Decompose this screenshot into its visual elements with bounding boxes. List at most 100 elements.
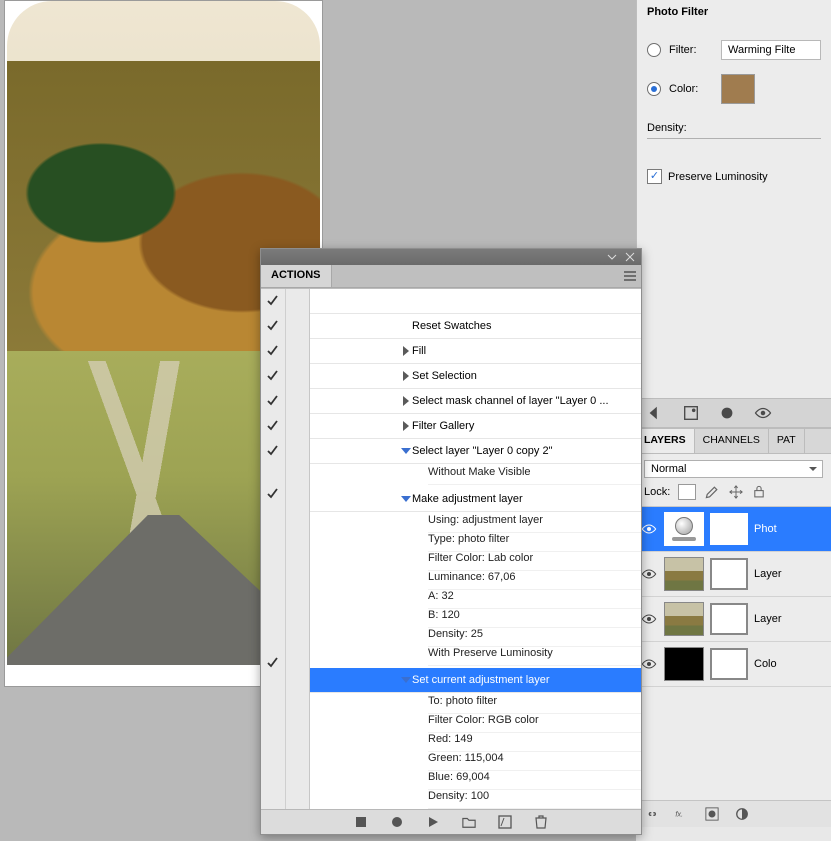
action-step[interactable]: Reset Swatches	[310, 314, 641, 339]
actions-titlebar[interactable]	[261, 249, 641, 265]
color-radio[interactable]	[647, 82, 661, 96]
photo-filter-title: Photo Filter	[647, 6, 821, 18]
layers-footer: fx.	[636, 800, 831, 827]
action-step-label	[412, 297, 641, 305]
clip-icon[interactable]	[718, 404, 736, 422]
layer-row[interactable]: Phot	[636, 507, 831, 552]
disclosure-open-icon[interactable]	[400, 496, 412, 502]
new-set-icon[interactable]	[462, 815, 476, 829]
lock-all-icon[interactable]	[752, 485, 766, 499]
back-arrow-icon[interactable]	[646, 404, 664, 422]
record-icon[interactable]	[390, 815, 404, 829]
lock-move-icon[interactable]	[728, 484, 744, 500]
actions-footer	[261, 809, 641, 834]
layer-row[interactable]: Colo	[636, 642, 831, 687]
actions-steps-list[interactable]: Reset Swatches Fill Set Selection Select ma…	[310, 289, 641, 809]
close-icon[interactable]	[625, 252, 635, 262]
tab-paths[interactable]: PAT	[769, 429, 805, 453]
play-icon[interactable]	[426, 815, 440, 829]
toggle-column[interactable]	[261, 289, 286, 809]
action-step-label: Filter Gallery	[412, 416, 641, 436]
action-step[interactable]: Fill	[310, 339, 641, 364]
svg-text:fx.: fx.	[675, 810, 683, 819]
density-slider[interactable]	[647, 138, 821, 139]
layers-panel: LAYERS CHANNELS PAT Normal Lock: Phot	[636, 428, 831, 827]
layer-name[interactable]: Phot	[754, 523, 777, 535]
trash-icon[interactable]	[534, 815, 548, 829]
color-swatch[interactable]	[721, 74, 755, 104]
filter-radio[interactable]	[647, 43, 661, 57]
layer-mask-thumb[interactable]	[710, 603, 748, 635]
disclosure-closed-icon[interactable]	[400, 421, 412, 431]
action-step-label: Select layer "Layer 0 copy 2"	[412, 441, 641, 461]
disclosure-closed-icon[interactable]	[400, 371, 412, 381]
layer-thumb-adjustment[interactable]	[664, 512, 704, 546]
stop-icon[interactable]	[354, 815, 368, 829]
density-label: Density:	[647, 122, 687, 134]
action-step-label: Set Selection	[412, 366, 641, 386]
disclosure-closed-icon[interactable]	[400, 396, 412, 406]
tab-actions[interactable]: ACTIONS	[261, 265, 332, 287]
mask-icon[interactable]	[704, 807, 720, 821]
lock-brush-icon[interactable]	[704, 484, 720, 500]
color-label: Color:	[669, 83, 713, 95]
fx-icon[interactable]: fx.	[674, 807, 690, 821]
panel-menu-icon[interactable]	[619, 265, 641, 287]
layer-row[interactable]: Layer	[636, 552, 831, 597]
filter-label: Filter:	[669, 44, 713, 56]
lock-label: Lock:	[644, 486, 670, 498]
disclosure-closed-icon[interactable]	[400, 346, 412, 356]
layer-mask-thumb[interactable]	[710, 648, 748, 680]
action-step[interactable]: Set Selection	[310, 364, 641, 389]
visibility-toggle[interactable]	[640, 655, 658, 673]
link-icon[interactable]	[644, 807, 660, 821]
eye-icon[interactable]	[754, 404, 772, 422]
layer-name[interactable]: Layer	[754, 613, 782, 625]
disclosure-open-icon[interactable]	[400, 448, 412, 454]
action-step[interactable]: Set current adjustment layer	[310, 668, 641, 693]
filter-dropdown[interactable]: Warming Filte	[721, 40, 821, 60]
tab-channels[interactable]: CHANNELS	[695, 429, 769, 453]
layer-mask-thumb[interactable]	[710, 513, 748, 545]
dialog-column[interactable]	[286, 289, 310, 809]
action-step[interactable]	[310, 289, 641, 314]
action-step-label: Set current adjustment layer	[412, 670, 641, 690]
layer-thumb[interactable]	[664, 647, 704, 681]
blend-mode-select[interactable]: Normal	[644, 460, 823, 478]
layers-list: Phot Layer Layer Colo	[636, 506, 831, 800]
action-step-label: Make adjustment layer	[412, 489, 641, 509]
layer-row[interactable]: Layer	[636, 597, 831, 642]
adjustment-new-icon[interactable]	[734, 807, 750, 821]
adjustments-icon-strip	[636, 398, 831, 428]
visibility-toggle[interactable]	[640, 565, 658, 583]
action-step-label: Fill	[412, 341, 641, 361]
action-step-label: Select mask channel of layer "Layer 0 ..…	[412, 391, 641, 411]
tab-layers[interactable]: LAYERS	[636, 429, 695, 453]
preserve-luminosity-checkbox[interactable]	[647, 169, 662, 184]
actions-panel: ACTIONS Reset Swatches Fill Set Selection S…	[260, 248, 642, 835]
action-step-details: Without Make Visible	[310, 464, 641, 487]
disclosure-open-icon[interactable]	[400, 677, 412, 683]
layer-name[interactable]: Colo	[754, 658, 777, 670]
action-step[interactable]: Filter Gallery	[310, 414, 641, 439]
action-step-details: To: photo filterFilter Color: RGB colorR…	[310, 693, 641, 809]
new-action-icon[interactable]	[498, 815, 512, 829]
layer-thumb[interactable]	[664, 602, 704, 636]
visibility-toggle[interactable]	[640, 610, 658, 628]
collapse-icon[interactable]	[607, 252, 617, 262]
visibility-toggle[interactable]	[640, 520, 658, 538]
lock-transparency-icon[interactable]	[678, 484, 696, 500]
layer-name[interactable]: Layer	[754, 568, 782, 580]
actions-gutter	[261, 289, 310, 809]
action-step[interactable]: Select mask channel of layer "Layer 0 ..…	[310, 389, 641, 414]
adjustment-icon[interactable]	[682, 404, 700, 422]
preserve-luminosity-label: Preserve Luminosity	[668, 171, 768, 183]
layer-mask-thumb[interactable]	[710, 558, 748, 590]
action-step[interactable]: Select layer "Layer 0 copy 2"	[310, 439, 641, 464]
action-step[interactable]: Make adjustment layer	[310, 487, 641, 512]
action-step-details: Using: adjustment layerType: photo filte…	[310, 512, 641, 668]
photo-filter-panel: Photo Filter Filter: Warming Filte Color…	[636, 0, 831, 420]
layer-thumb[interactable]	[664, 557, 704, 591]
layers-panel-tabs: LAYERS CHANNELS PAT	[636, 429, 831, 454]
action-step-label: Reset Swatches	[412, 316, 641, 336]
